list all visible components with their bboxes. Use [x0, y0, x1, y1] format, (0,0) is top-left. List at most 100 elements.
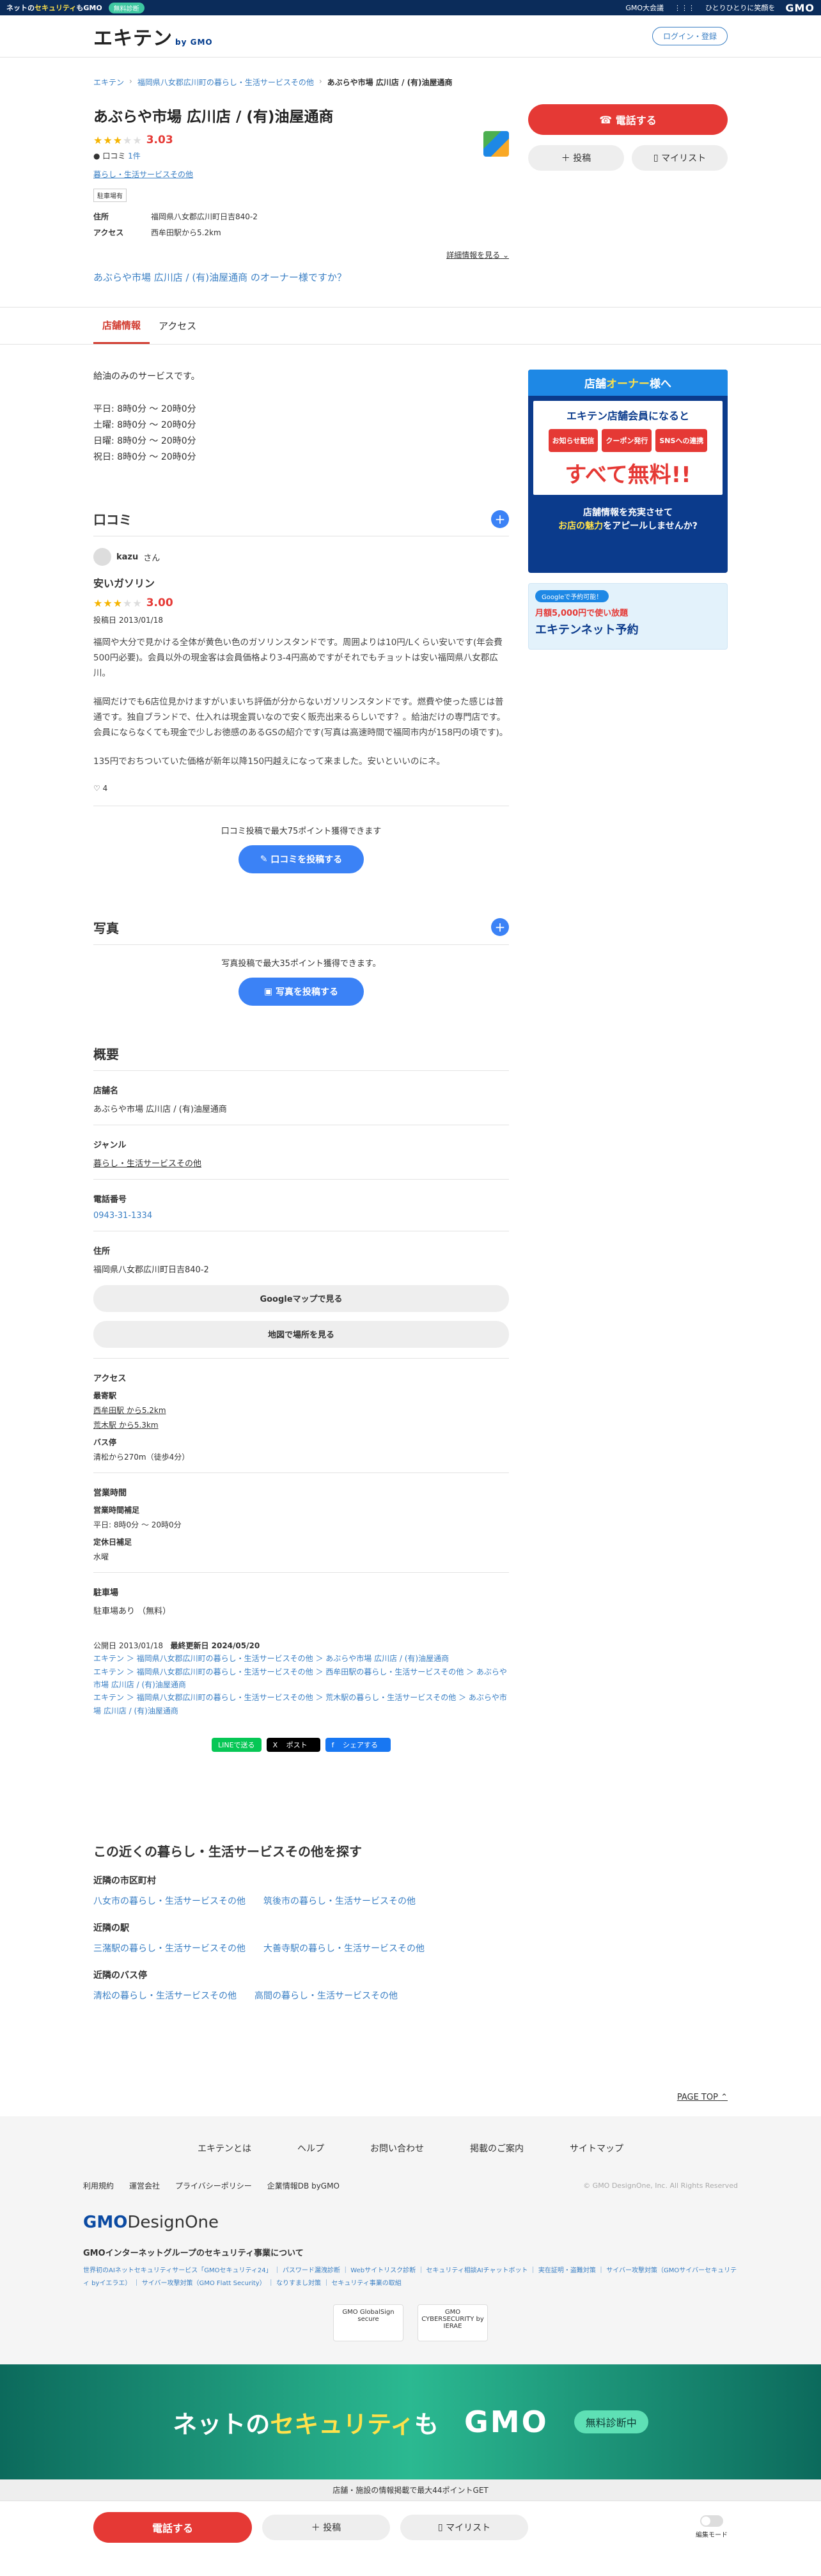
store-header: あぶらや市場 広川店 / (有)油屋通商 ★★★★★ 3.03 ● 口コミ 1件… [0, 88, 821, 284]
footer-breadcrumb-2[interactable]: エキテン ＞ 福岡県八女郡広川町の暮らし・生活サービスその他 ＞ 西牟田駅の暮ら… [93, 1666, 509, 1692]
publish-info: 公開日 2013/01/18 最終更新日 2024/05/20 エキテン ＞ 福… [93, 1639, 509, 1717]
footer-link-terms[interactable]: 利用規約 [83, 2180, 114, 2191]
net-reservation-banner[interactable]: Googleで予約可能！ 月額5,000円で使い放題 エキテンネット予約 [528, 583, 728, 650]
overview: 概要 店舗名 あぶらや市場 広川店 / (有)油屋通商 ジャンル 暮らし・生活サ… [93, 1044, 509, 1752]
nearby-city-link[interactable]: 筑後市の暮らし・生活サービスその他 [263, 1894, 416, 1907]
map-icon[interactable] [483, 131, 509, 157]
breadcrumb: エキテン › 福岡県八女郡広川町の暮らし・生活サービスその他 › あぶらや市場 … [93, 77, 453, 88]
sidebar: 店舗オーナー様へ エキテン店舗会員になると お知らせ配信 クーポン発行 SNSへ… [528, 370, 728, 1752]
add-photo-plus-icon[interactable]: + [491, 918, 509, 937]
post-button[interactable]: ＋ 投稿 [528, 145, 624, 171]
share-buttons: LINEで送る X ポスト f シェアする [93, 1738, 509, 1752]
line-share-button[interactable]: LINEで送る [212, 1738, 262, 1752]
free-check-pill[interactable]: 無料診断 [108, 2, 145, 13]
station-2[interactable]: 荒木駅 から5.3km [93, 1419, 509, 1430]
station-1[interactable]: 西牟田駅 から5.2km [93, 1405, 509, 1416]
tab-access[interactable]: アクセス [150, 308, 205, 344]
edit-mode-toggle[interactable]: 編集モード [696, 2515, 728, 2539]
phone-number-link[interactable]: 0943-31-1334 [93, 1211, 152, 1221]
phone-icon: ☎ [599, 113, 613, 126]
bottom-mylist-button[interactable]: ▯ マイリスト [400, 2514, 528, 2540]
google-map-button[interactable]: Googleマップで見る [93, 1284, 509, 1312]
review-count-link[interactable]: 1件 [128, 152, 141, 160]
more-info-link[interactable]: 詳細情報を見る ⌄ [93, 249, 509, 260]
overview-address: 住所 福岡県八女郡広川町日吉840-2 Googleマップで見る 地図で場所を見… [93, 1231, 509, 1359]
footer-breadcrumb-3[interactable]: エキテン ＞ 福岡県八女郡広川町の暮らし・生活サービスその他 ＞ 荒木駅の暮らし… [93, 1691, 509, 1717]
security-title: GMOインターネットグループのセキュリティ事業について [83, 2249, 304, 2259]
nearby-station-link[interactable]: 大善寺駅の暮らし・生活サービスその他 [263, 1942, 425, 1955]
breadcrumb-home[interactable]: エキテン [93, 77, 124, 88]
nearby-city-link[interactable]: 八女市の暮らし・生活サービスその他 [93, 1894, 246, 1907]
security-badges: GMO GlobalSign secure GMO CYBERSECURITY … [83, 2304, 738, 2342]
add-review-plus-icon[interactable]: + [491, 510, 509, 528]
chevron-down-icon: ⌄ [502, 251, 509, 260]
toggle-switch-icon [700, 2515, 723, 2527]
reviewer[interactable]: kazu さん [93, 548, 509, 566]
page-top-link[interactable]: PAGE TOP ⌃ [0, 2002, 821, 2102]
footer-link-db[interactable]: 企業情報DB byGMO [267, 2180, 340, 2191]
post-review-button[interactable]: ✎ 口コミを投稿する [238, 845, 364, 873]
point-bar: 店舗・施設の情報掲載で最大44ポイントGET [0, 2479, 821, 2501]
bottom-call-button[interactable]: 電話する [93, 2511, 252, 2543]
login-button[interactable]: ログイン・登録 [652, 27, 728, 45]
overview-genre: ジャンル 暮らし・生活サービスその他 [93, 1125, 509, 1180]
overview-name: 店舗名 あぶらや市場 広川店 / (有)油屋通商 [93, 1071, 509, 1125]
footer-breadcrumb-1[interactable]: エキテン ＞ 福岡県八女郡広川町の暮らし・生活サービスその他 ＞ あぶらや市場 … [93, 1652, 509, 1665]
globalsign-badge[interactable]: GMO GlobalSign secure [333, 2304, 403, 2342]
footer-links: 利用規約 運営会社 プライバシーポリシー 企業情報DB byGMO © GMO … [83, 2180, 738, 2191]
nearby-bus-link[interactable]: 高間の暮らし・生活サービスその他 [254, 1989, 398, 2002]
security-links[interactable]: 世界初のAIネットセキュリティサービス「GMOセキュリティ24」 ｜ パスワード… [83, 2265, 738, 2290]
store-title: あぶらや市場 広川店 / (有)油屋通商 [93, 109, 334, 125]
footer-nav-listing[interactable]: 掲載のご案内 [470, 2142, 524, 2155]
avatar [93, 548, 111, 566]
bottom-action-bar: 電話する ＋ 投稿 ▯ マイリスト 編集モード [0, 2501, 821, 2553]
x-post-button[interactable]: X ポスト [266, 1738, 320, 1752]
gmo-security-banner[interactable]: ネットのセキュリティも GMO 無料診断中 [0, 2364, 821, 2480]
nearby-section: この近くの暮らし・生活サービスその他を探す 近隣の市区町村 八女市の暮らし・生活… [93, 1844, 425, 2002]
grid-icon[interactable]: ⋮⋮⋮ [674, 4, 695, 12]
gmo-note: ひとりひとりに笑顔を [705, 4, 776, 12]
heart-icon: ♡ [93, 783, 100, 793]
facebook-share-button[interactable]: f シェアする [325, 1738, 391, 1752]
footer-nav-sitemap[interactable]: サイトマップ [570, 2142, 623, 2155]
breadcrumb-current: あぶらや市場 広川店 / (有)油屋通商 [327, 78, 453, 87]
owner-link[interactable]: あぶらや市場 広川店 / (有)油屋通商 のオーナー様ですか？ [93, 270, 509, 284]
ekiten-logo[interactable]: エキテン by GMO [93, 22, 213, 51]
owner-banner[interactable]: 店舗オーナー様へ エキテン店舗会員になると お知らせ配信 クーポン発行 SNSへ… [528, 370, 728, 573]
footer-nav-contact[interactable]: お問い合わせ [370, 2142, 424, 2155]
like-button[interactable]: ♡ 4 [93, 784, 509, 806]
breadcrumb-area[interactable]: 福岡県八女郡広川町の暮らし・生活サービスその他 [137, 77, 314, 88]
camera-icon: ▣ [263, 986, 273, 997]
footer-nav-about[interactable]: エキテンとは [198, 2142, 251, 2155]
gmo-top-bar[interactable]: ネットのセキュリティもGMO 無料診断 GMO大会議 ⋮⋮⋮ ひとりひとりに笑顔… [0, 0, 821, 15]
overview-hours: 営業時間 営業時間補足 平日: 8時0分 〜 20時0分 定休日補足 水曜 [93, 1473, 509, 1573]
footer-link-company[interactable]: 運営会社 [129, 2180, 160, 2191]
business-hours: 給油のみのサービスです。 平日: 8時0分 〜 20時0分 土曜: 8時0分 〜… [93, 371, 200, 463]
post-photo-button[interactable]: ▣ 写真を投稿する [238, 977, 364, 1006]
nearby-bus-link[interactable]: 清松の暮らし・生活サービスその他 [93, 1989, 237, 2002]
review-count[interactable]: ● 口コミ 1件 [93, 150, 509, 161]
gmo-logo[interactable]: GMO [785, 2, 815, 14]
review-rating: ★★★★★ 3.00 [93, 597, 173, 610]
overview-genre-link[interactable]: 暮らし・生活サービスその他 [93, 1159, 201, 1169]
gmo-conference-link[interactable]: GMO大会議 [625, 3, 664, 13]
nearby-station-link[interactable]: 三潴駅の暮らし・生活サービスその他 [93, 1942, 246, 1955]
footer-link-privacy[interactable]: プライバシーポリシー [175, 2180, 252, 2191]
review-item: kazu さん 安いガソリン ★★★★★ 3.00 投稿日 2013/01/18 … [93, 536, 509, 806]
review-date: 投稿日 2013/01/18 [93, 616, 163, 625]
map-button[interactable]: 地図で場所を見る [93, 1320, 509, 1348]
address-row: 住所 福岡県八女郡広川町日吉840-2 [93, 212, 258, 221]
bottom-post-button[interactable]: ＋ 投稿 [262, 2514, 390, 2540]
mylist-button[interactable]: ▯ マイリスト [632, 145, 728, 171]
footer-nav: エキテンとは ヘルプ お問い合わせ 掲載のご案内 サイトマップ [83, 2142, 738, 2155]
review-title[interactable]: 安いガソリン [93, 575, 509, 590]
tab-store-info[interactable]: 店舗情報 [93, 308, 150, 344]
gmo-designone-logo[interactable]: GMODesignOne [83, 2213, 738, 2232]
genre-link[interactable]: 暮らし・生活サービスその他 [93, 169, 193, 180]
footer-nav-help[interactable]: ヘルプ [297, 2142, 324, 2155]
ierae-badge[interactable]: GMO CYBERSECURITY by IERAE [418, 2304, 488, 2342]
gmo-security-text: ネットのセキュリティもGMO [6, 4, 102, 12]
call-button[interactable]: ☎ 電話する [528, 104, 728, 135]
site-header: エキテン by GMO ログイン・登録 [0, 15, 821, 58]
comment-icon: ● [93, 152, 100, 160]
